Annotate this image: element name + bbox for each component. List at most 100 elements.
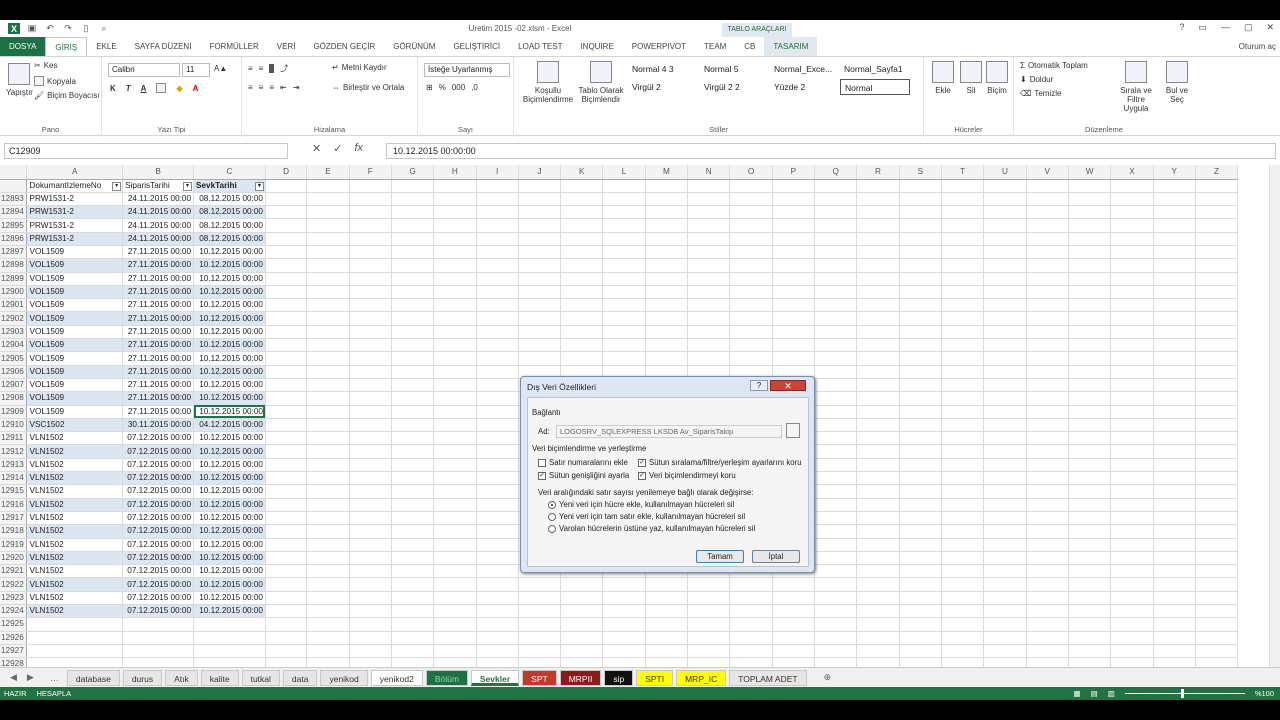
sheet-tab[interactable]: data [282,669,318,686]
cell[interactable] [814,391,858,406]
cell[interactable]: VLN1502 [26,551,124,566]
cell[interactable] [560,351,604,366]
cell[interactable] [983,378,1027,393]
cell[interactable] [899,232,942,246]
cell[interactable]: 10.12.2015 00:00 [193,338,266,353]
filter-dropdown-icon[interactable]: ▾ [183,181,193,191]
cell[interactable] [265,631,308,645]
cell[interactable] [983,338,1027,353]
find-select-button[interactable]: Bul ve Seç [1162,61,1192,104]
cell[interactable]: 27.11.2015 00:00 [122,378,195,393]
cell[interactable] [856,444,900,459]
cell[interactable] [476,218,519,233]
cell[interactable] [476,378,519,393]
cell[interactable] [1153,458,1196,473]
cell[interactable] [941,604,985,619]
cell[interactable] [1110,657,1154,667]
cell[interactable] [306,564,350,579]
cell[interactable] [1110,405,1154,419]
cell[interactable] [433,524,477,539]
cell[interactable] [560,192,604,207]
tab-file[interactable]: DOSYA [0,37,46,56]
ribbon-display-icon[interactable]: ▭ [1198,22,1207,33]
cell[interactable] [349,657,392,667]
cell[interactable] [941,644,985,659]
cell[interactable] [433,511,477,526]
cell[interactable] [983,272,1027,286]
cell[interactable] [265,272,308,286]
cell[interactable] [560,338,604,353]
cell[interactable] [349,405,392,419]
cell[interactable] [729,657,773,667]
cell[interactable] [1153,431,1196,446]
cell[interactable] [1026,351,1069,366]
cell[interactable] [476,538,519,552]
row-number[interactable]: 12918 [0,524,28,539]
cell[interactable] [899,577,942,592]
format-as-table-button[interactable]: Tablo Olarak Biçimlendir [576,61,626,104]
cell[interactable] [814,311,858,326]
cell[interactable] [349,617,392,632]
cell[interactable] [687,192,731,207]
cell[interactable] [1153,577,1196,592]
style-normal-sayfa1[interactable]: Normal_Sayfa1 [840,61,910,77]
cell[interactable] [856,631,900,645]
column-header-C[interactable]: C [193,165,266,180]
cell[interactable] [1195,258,1239,273]
cell[interactable] [899,418,942,433]
cell[interactable] [856,351,900,366]
cell[interactable] [265,577,308,592]
cell[interactable]: 10.12.2015 00:00 [193,258,266,273]
cell[interactable] [856,591,900,606]
cell[interactable] [645,351,689,366]
cell[interactable] [1195,498,1239,512]
cell[interactable] [899,218,942,233]
cell[interactable] [306,378,350,393]
cell[interactable] [265,511,308,526]
align-left-icon[interactable]: ≡ [248,83,253,92]
cell[interactable] [265,285,308,300]
cell[interactable] [772,591,816,606]
cell[interactable] [265,351,308,366]
cell[interactable] [560,285,604,300]
cell[interactable] [193,657,266,667]
tab-page-layout[interactable]: SAYFA DÜZENİ [126,37,201,56]
cell[interactable] [1026,391,1069,406]
cell[interactable] [306,311,350,326]
cell[interactable]: 10.12.2015 00:00 [193,351,266,366]
cell[interactable] [899,351,942,366]
cell[interactable] [265,538,308,552]
cell[interactable] [476,631,519,645]
row-number[interactable]: 12902 [0,311,28,326]
cell[interactable] [560,205,604,220]
maximize-button[interactable]: ▢ [1244,22,1253,33]
cell[interactable] [983,484,1027,499]
cell[interactable] [306,577,350,592]
cell[interactable] [1026,325,1069,340]
cell[interactable] [899,245,942,260]
cell[interactable] [1195,644,1239,659]
autosum-button[interactable]: Σ Otomatik Toplam [1020,61,1088,70]
cell[interactable] [1153,631,1196,645]
cell[interactable] [941,538,985,552]
cell[interactable] [856,298,900,313]
cell[interactable] [983,205,1027,220]
row-number[interactable]: 12897 [0,245,28,260]
cell[interactable] [1068,338,1112,353]
cell[interactable] [306,657,350,667]
cell[interactable] [941,511,985,526]
cell[interactable] [1153,365,1196,379]
cell[interactable] [1110,564,1154,579]
cell[interactable] [265,298,308,313]
cell[interactable] [306,365,350,379]
cell[interactable] [1110,285,1154,300]
cell[interactable] [476,232,519,246]
cell[interactable] [1195,444,1239,459]
cell[interactable]: VSC1502 [26,418,124,433]
cell[interactable] [1026,232,1069,246]
cell[interactable] [391,351,435,366]
cell[interactable] [560,657,604,667]
cell[interactable] [729,179,773,193]
cell[interactable] [1195,272,1239,286]
cell[interactable] [941,405,985,419]
